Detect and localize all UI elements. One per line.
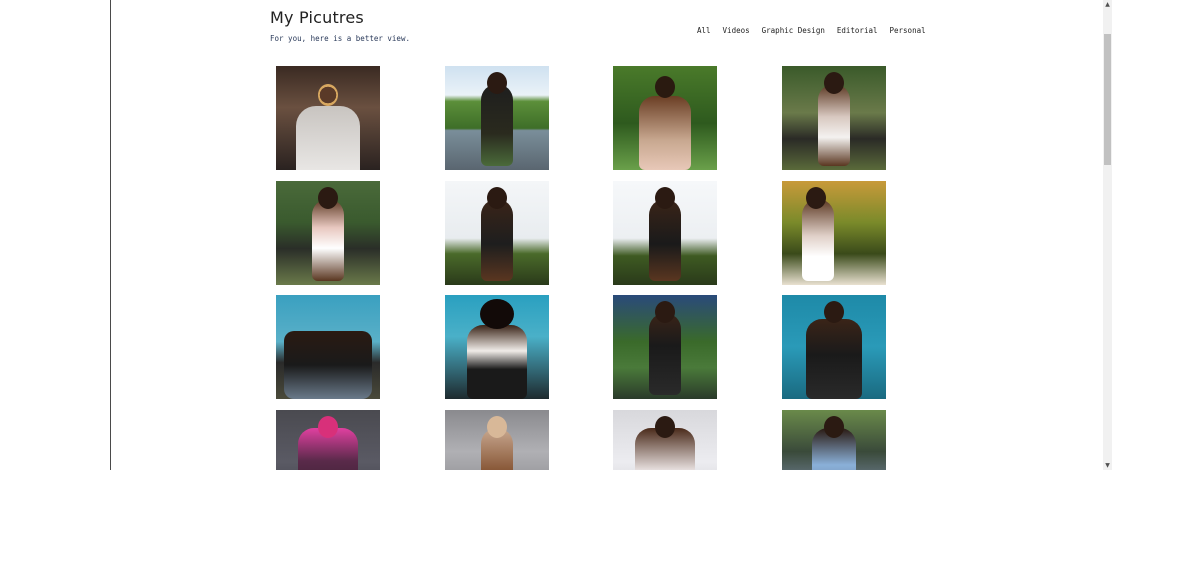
- triangle-up-icon[interactable]: ▲: [1103, 0, 1112, 9]
- gallery-photo[interactable]: [276, 66, 380, 170]
- gallery-photo[interactable]: [613, 409, 718, 470]
- gallery-photo[interactable]: [613, 66, 718, 170]
- gallery-photo[interactable]: [782, 180, 887, 285]
- photo-gallery: [276, 66, 887, 470]
- gallery-photo[interactable]: [276, 180, 380, 285]
- gallery-photo[interactable]: [782, 66, 887, 170]
- filter-graphic-design-link[interactable]: Graphic Design: [762, 26, 825, 35]
- gallery-photo[interactable]: [782, 295, 887, 399]
- site-frame: My Picutres For you, here is a better vi…: [110, 0, 1113, 470]
- gallery-photo[interactable]: [444, 295, 549, 399]
- gallery-photo[interactable]: [444, 180, 549, 285]
- filter-personal-link[interactable]: Personal: [890, 26, 926, 35]
- gallery-photo[interactable]: [276, 409, 380, 470]
- gallery-photo[interactable]: [782, 409, 887, 470]
- gallery-photo[interactable]: [276, 295, 380, 399]
- filter-videos-link[interactable]: Videos: [723, 26, 750, 35]
- filter-nav: All Videos Graphic Design Editorial Pers…: [697, 26, 926, 35]
- page-subtitle: For you, here is a better view.: [270, 34, 410, 43]
- triangle-down-icon[interactable]: ▼: [1103, 461, 1112, 470]
- scrollbar-thumb[interactable]: [1104, 34, 1111, 165]
- page-title: My Picutres: [270, 8, 364, 27]
- gallery-photo[interactable]: [444, 66, 549, 170]
- gallery-photo[interactable]: [444, 409, 549, 470]
- vertical-scrollbar[interactable]: ▲ ▼: [1103, 0, 1112, 470]
- filter-editorial-link[interactable]: Editorial: [837, 26, 878, 35]
- filter-all-link[interactable]: All: [697, 26, 711, 35]
- gallery-photo[interactable]: [613, 295, 718, 399]
- gallery-photo[interactable]: [613, 180, 718, 285]
- page: My Picutres For you, here is a better vi…: [0, 0, 1200, 564]
